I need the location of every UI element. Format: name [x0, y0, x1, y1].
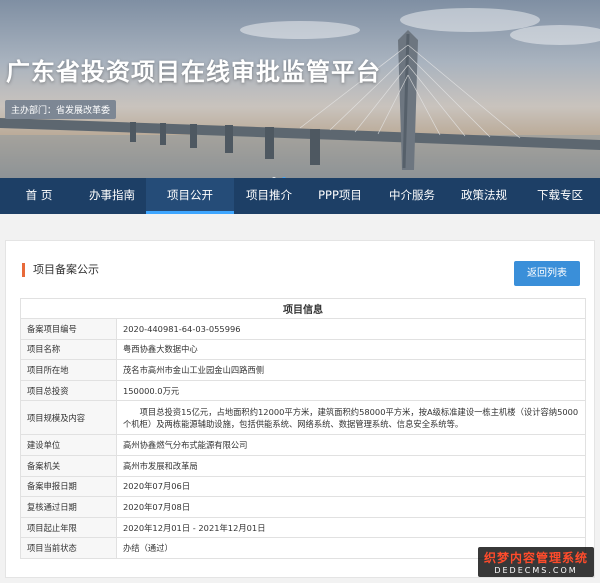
table-heading: 项目信息 [20, 298, 586, 319]
row-label: 项目规模及内容 [20, 400, 117, 436]
table-row: 项目名称 粤西协鑫大数据中心 [20, 338, 586, 361]
project-info-table: 项目信息 备案项目编号 2020-440981-64-03-055996 项目名称… [20, 298, 586, 559]
row-label: 项目起止年限 [20, 516, 117, 539]
table-row: 备案申报日期 2020年07月06日 [20, 475, 586, 498]
row-label: 建设单位 [20, 434, 117, 456]
bridge-illustration [0, 8, 600, 178]
table-row: 备案机关 高州市发展和改革局 [20, 454, 586, 477]
row-value: 2020年07月06日 [116, 475, 586, 498]
sponsor-label: 主办部门：省发展改革委 [5, 100, 117, 119]
table-row: 项目起止年限 2020年12月01日 - 2021年12月01日 [20, 516, 586, 539]
table-row: 复核通过日期 2020年07月08日 [20, 496, 586, 518]
nav-intermediary[interactable]: 中介服务 [376, 178, 448, 214]
card-title: 项目备案公示 [22, 263, 99, 277]
nav-project-promotion[interactable]: 项目推介 [234, 178, 304, 214]
site-title: 广东省投资项目在线审批监管平台 [6, 58, 381, 86]
row-label: 项目总投资 [20, 379, 117, 402]
main-nav: 首 页 办事指南 项目公开 项目推介 PPP项目 中介服务 政策法规 下载专区 [0, 178, 600, 214]
row-label: 复核通过日期 [20, 496, 117, 518]
header-banner: 广东省投资项目在线审批监管平台 主办部门：省发展改革委 [0, 0, 600, 178]
row-value: 高州协鑫燃气分布式能源有限公司 [116, 434, 586, 456]
row-value: 项目总投资15亿元，占地面积约12000平方米，建筑面积约58000平方米，按A… [116, 400, 586, 436]
nav-project-public[interactable]: 项目公开 [146, 178, 234, 214]
table-row: 项目总投资 150000.0万元 [20, 379, 586, 402]
nav-home[interactable]: 首 页 [0, 178, 78, 214]
table-row: 备案项目编号 2020-440981-64-03-055996 [20, 318, 586, 340]
nav-download[interactable]: 下载专区 [520, 178, 600, 214]
row-label: 备案机关 [20, 454, 117, 477]
card-header: 项目备案公示 返回列表 [6, 241, 594, 291]
row-value: 150000.0万元 [116, 379, 586, 402]
watermark-line2: DEDECMS.COM [494, 566, 578, 575]
table-row: 项目所在地 茂名市高州市金山工业园金山四路西侧 [20, 359, 586, 381]
row-value: 2020年12月01日 - 2021年12月01日 [116, 516, 586, 539]
row-label: 项目名称 [20, 338, 117, 361]
row-value: 粤西协鑫大数据中心 [116, 338, 586, 361]
row-label: 项目当前状态 [20, 537, 117, 559]
watermark-logo: 织梦内容管理系统 DEDECMS.COM [477, 547, 594, 577]
row-label: 备案项目编号 [20, 318, 117, 340]
nav-policy[interactable]: 政策法规 [448, 178, 520, 214]
table-row: 建设单位 高州协鑫燃气分布式能源有限公司 [20, 434, 586, 456]
back-to-list-button[interactable]: 返回列表 [514, 261, 580, 286]
nav-ppp[interactable]: PPP项目 [304, 178, 376, 214]
row-value: 高州市发展和改革局 [116, 454, 586, 477]
nav-guide[interactable]: 办事指南 [78, 178, 146, 214]
watermark-line1: 织梦内容管理系统 [483, 551, 588, 565]
row-value: 茂名市高州市金山工业园金山四路西侧 [116, 359, 586, 381]
table-row: 项目规模及内容 项目总投资15亿元，占地面积约12000平方米，建筑面积约5800… [20, 400, 586, 436]
row-value: 2020-440981-64-03-055996 [116, 318, 586, 340]
row-label: 项目所在地 [20, 359, 117, 381]
row-label: 备案申报日期 [20, 475, 117, 498]
row-value: 2020年07月08日 [116, 496, 586, 518]
record-card: 项目备案公示 返回列表 项目信息 备案项目编号 2020-440981-64-03… [5, 240, 595, 578]
